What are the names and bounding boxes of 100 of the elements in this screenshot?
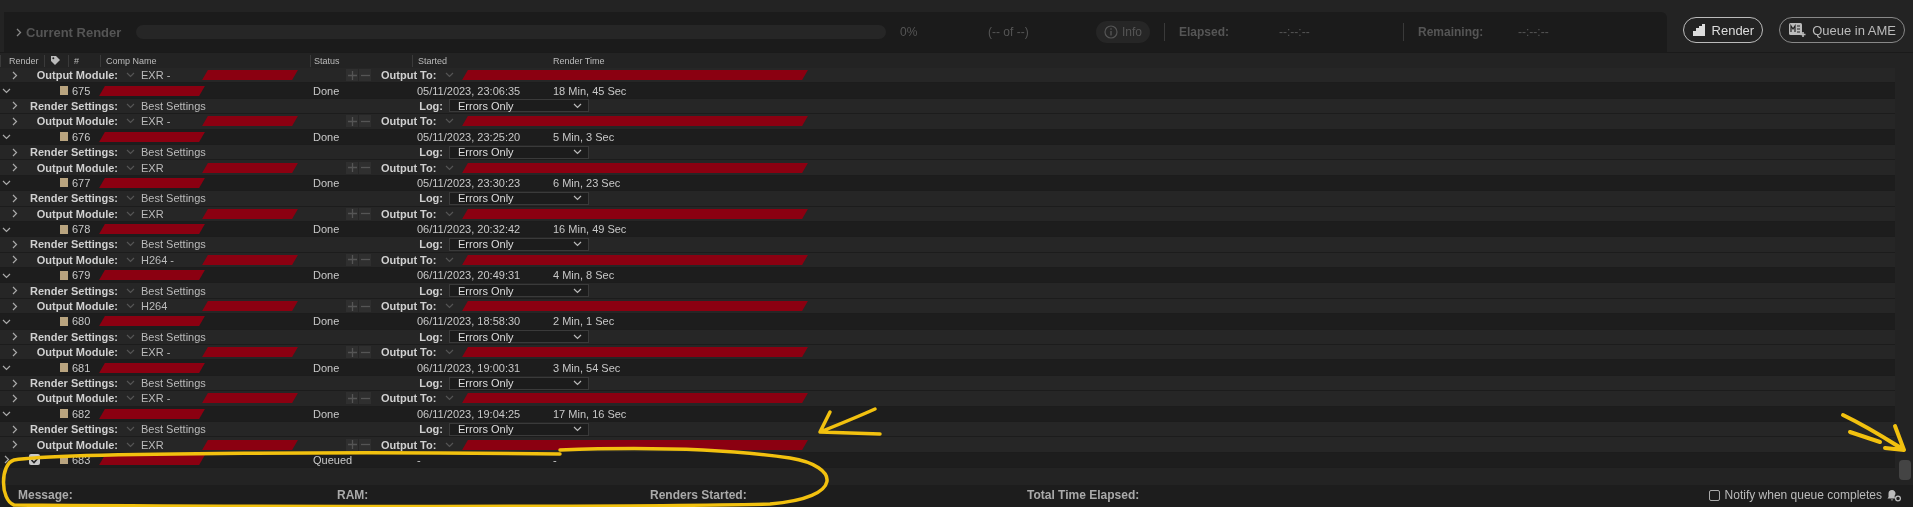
chevron-down-icon[interactable] <box>2 132 11 142</box>
output-module-dropdown[interactable]: EXR <box>118 161 188 174</box>
status-text: Queued <box>312 453 354 466</box>
render-settings-label: Render Settings: <box>29 284 118 297</box>
output-to-label: Output To: <box>381 161 437 174</box>
log-dropdown[interactable]: Errors Only <box>449 330 589 344</box>
render-settings-dropdown[interactable]: Best Settings <box>118 330 298 343</box>
render-settings-dropdown[interactable]: Best Settings <box>118 238 298 251</box>
column-header[interactable]: Status <box>310 54 412 67</box>
label-swatch[interactable] <box>60 316 68 326</box>
output-module-label: Output Module: <box>35 392 118 405</box>
item-number: 678 <box>71 223 92 236</box>
log-label: Log: <box>418 146 443 159</box>
column-header[interactable]: Render <box>0 54 44 67</box>
annotation-arrow-drawing <box>1841 413 1906 452</box>
output-to-label: Output To: <box>381 438 437 451</box>
render-time: 5 Min, 3 Sec <box>552 130 616 143</box>
started-time: 06/11/2023, 20:49:31 <box>416 269 522 282</box>
column-header[interactable]: Comp Name <box>100 54 310 67</box>
label-swatch[interactable] <box>60 224 68 234</box>
render-settings-dropdown[interactable]: Best Settings <box>118 146 298 159</box>
plus-icon <box>347 440 357 450</box>
remaining-value: --:--:-- <box>1518 25 1550 39</box>
info-icon <box>1104 25 1118 39</box>
log-dropdown[interactable]: Errors Only <box>449 422 589 436</box>
plus-icon <box>347 347 357 357</box>
label-swatch[interactable] <box>60 132 68 142</box>
output-module-dropdown[interactable]: EXR - <box>118 346 188 359</box>
label-swatch[interactable] <box>60 270 68 280</box>
queue-button[interactable]: Queue in AME <box>1779 17 1905 43</box>
started-time: 06/11/2023, 18:58:30 <box>416 315 522 328</box>
output-to-label: Output To: <box>381 253 437 266</box>
chevron-down-icon <box>573 102 582 109</box>
chevron-right-icon[interactable] <box>2 455 11 465</box>
render-settings-label: Render Settings: <box>29 146 118 159</box>
output-module-label: Output Module: <box>35 161 118 174</box>
output-to-label: Output To: <box>381 69 437 82</box>
total-time-label: Total Time Elapsed: <box>1027 488 1140 502</box>
log-label: Log: <box>418 284 443 297</box>
render-settings-dropdown[interactable]: Best Settings <box>118 99 298 112</box>
log-dropdown[interactable]: Errors Only <box>449 191 589 205</box>
render-settings-dropdown[interactable]: Best Settings <box>118 377 298 389</box>
output-module-dropdown[interactable]: EXR <box>118 438 188 451</box>
ram-label: RAM: <box>337 488 369 502</box>
column-header[interactable]: Started <box>412 54 543 67</box>
output-to-label: Output To: <box>381 115 437 128</box>
notify-checkbox[interactable] <box>1708 489 1720 501</box>
output-module-dropdown[interactable]: EXR <box>118 207 188 220</box>
render-settings-dropdown[interactable]: Best Settings <box>118 192 298 205</box>
output-module-label: Output Module: <box>35 115 118 128</box>
remaining-label: Remaining: <box>1418 25 1485 39</box>
item-number: 682 <box>71 407 92 420</box>
label-swatch[interactable] <box>60 86 68 96</box>
chevron-down-icon[interactable] <box>2 86 11 96</box>
item-number: 675 <box>71 84 92 97</box>
started-time: 06/11/2023, 19:00:31 <box>416 361 522 374</box>
plus-icon <box>347 393 357 403</box>
render-settings-label: Render Settings: <box>29 192 118 205</box>
chevron-down-icon[interactable] <box>2 178 11 188</box>
scrollbar-thumb[interactable] <box>1899 460 1911 480</box>
render-settings-dropdown[interactable]: Best Settings <box>118 284 298 297</box>
output-module-dropdown[interactable]: EXR - <box>118 115 188 128</box>
log-dropdown[interactable]: Errors Only <box>449 145 589 159</box>
minus-icon <box>360 396 370 400</box>
render-checkbox[interactable] <box>29 454 40 466</box>
chevron-down-icon <box>573 241 582 248</box>
label-swatch[interactable] <box>60 409 68 419</box>
output-module-dropdown[interactable]: H264 - <box>118 253 188 266</box>
log-dropdown[interactable]: Errors Only <box>449 284 589 298</box>
output-module-dropdown[interactable]: H264 <box>118 300 188 313</box>
label-swatch[interactable] <box>60 363 68 373</box>
minus-icon <box>360 73 370 77</box>
label-swatch[interactable] <box>60 455 68 465</box>
item-number: 677 <box>71 176 92 189</box>
render-count: (-- of --) <box>988 25 1030 39</box>
bell-settings-icon[interactable] <box>1887 488 1901 502</box>
label-swatch[interactable] <box>60 178 68 188</box>
log-dropdown[interactable]: Errors Only <box>449 99 589 113</box>
column-header[interactable]: # <box>68 54 100 67</box>
render-button[interactable]: Render <box>1682 17 1764 43</box>
chevron-down-icon[interactable] <box>2 409 11 419</box>
output-module-dropdown[interactable]: EXR - <box>118 392 188 405</box>
status-text: Done <box>312 130 341 143</box>
chevron-right-icon[interactable] <box>12 70 18 80</box>
log-dropdown[interactable]: Errors Only <box>449 376 589 390</box>
render-settings-label: Render Settings: <box>29 330 118 343</box>
output-module-label: Output Module: <box>35 346 118 359</box>
item-number: 676 <box>71 130 92 143</box>
annotation-arrow-drawing <box>818 407 882 436</box>
log-dropdown[interactable]: Errors Only <box>449 238 589 251</box>
started-time: 05/11/2023, 23:30:23 <box>416 176 522 189</box>
elapsed-label: Elapsed: <box>1179 25 1231 39</box>
column-header[interactable]: Render Time <box>543 54 673 67</box>
minus-icon <box>360 258 370 262</box>
chevron-down-icon[interactable] <box>2 363 11 373</box>
output-module-dropdown[interactable]: EXR - <box>118 69 188 82</box>
render-settings-dropdown[interactable]: Best Settings <box>118 423 298 436</box>
progress-percent: 0% <box>900 25 919 39</box>
plus-icon <box>347 70 357 80</box>
render-settings-label: Render Settings: <box>29 423 118 436</box>
